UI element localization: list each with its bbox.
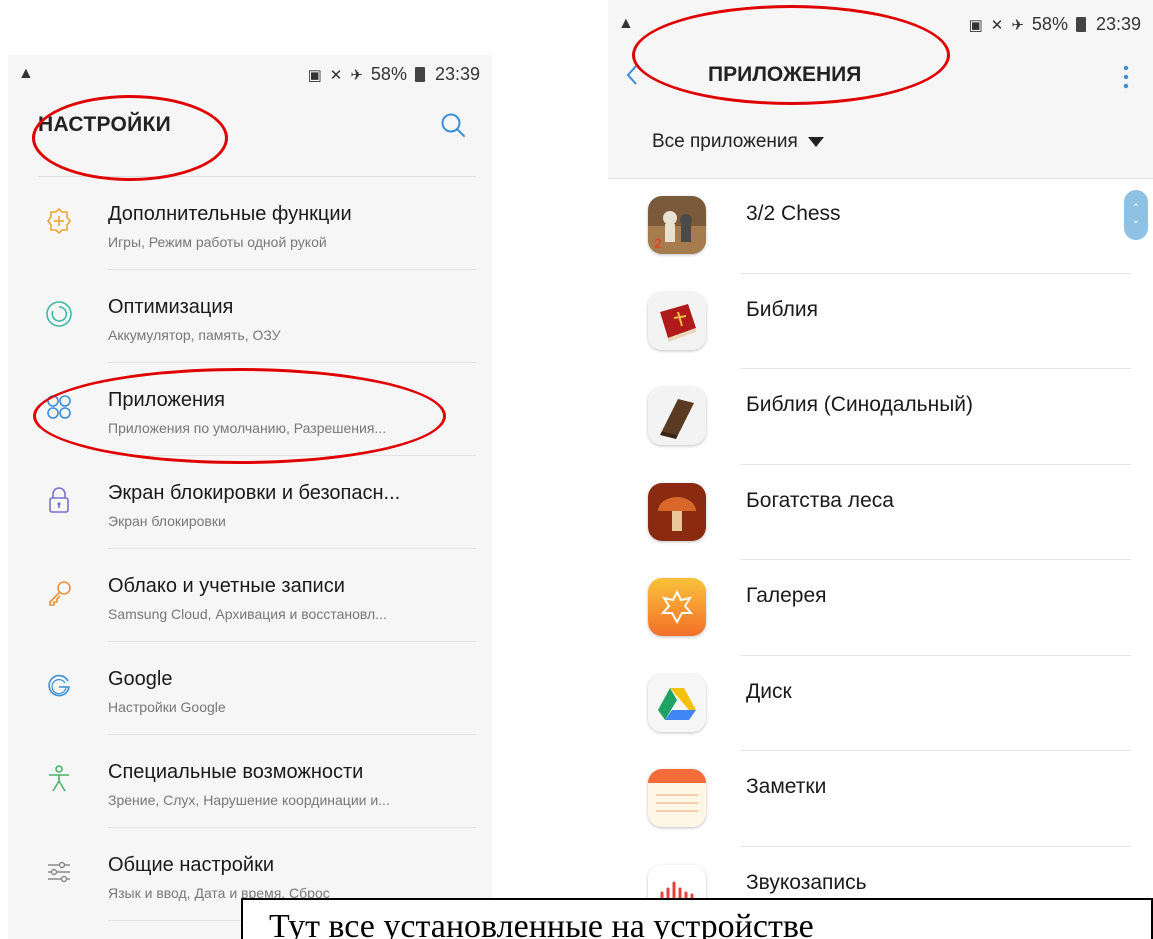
settings-item-title: Оптимизация xyxy=(108,296,234,318)
settings-item-title: Экран блокировки и безопасн... xyxy=(108,482,401,504)
page-title: НАСТРОЙКИ xyxy=(38,113,172,136)
settings-item-apps[interactable]: Приложения Приложения по умолчанию, Разр… xyxy=(8,363,492,456)
apps-icon xyxy=(42,390,76,424)
warning-icon: ▲ xyxy=(18,65,34,82)
notes-icon xyxy=(648,769,706,827)
more-options-icon[interactable] xyxy=(1121,62,1131,92)
battery-icon xyxy=(414,67,425,82)
app-item-forest-riches[interactable]: Богатства леса xyxy=(608,465,1153,560)
status-bar: ▲ ▣ ✕ ✈ 58% 23:39 xyxy=(608,10,1153,40)
settings-item-title: Приложения xyxy=(108,389,226,411)
app-name: Галерея xyxy=(746,584,827,607)
settings-item-subtitle: Настройки Google xyxy=(108,699,226,715)
battery-percent: 58% xyxy=(370,64,407,84)
caret-down-icon xyxy=(807,137,824,147)
page-title: ПРИЛОЖЕНИЯ xyxy=(708,63,862,86)
cast-icon: ▣ xyxy=(307,66,322,84)
settings-item-title: Специальные возможности xyxy=(108,761,364,783)
search-icon[interactable] xyxy=(438,110,468,140)
settings-item-subtitle: Экран блокировки xyxy=(108,513,226,529)
settings-item-advanced[interactable]: Дополнительные функции Игры, Режим работ… xyxy=(8,177,492,270)
app-filter-dropdown[interactable]: Все приложения xyxy=(652,131,824,153)
bible-red-icon xyxy=(648,291,706,350)
app-item-notes[interactable]: Заметки xyxy=(608,751,1153,847)
app-name: Богатства леса xyxy=(746,488,894,512)
chess-icon: 2 xyxy=(648,196,706,254)
callout-box: Тут все установленные на устройстве xyxy=(241,898,1153,939)
drive-icon xyxy=(648,673,706,732)
app-name: Библия xyxy=(746,297,818,321)
app-item-bible[interactable]: Библия xyxy=(608,274,1153,369)
svg-text:2: 2 xyxy=(654,235,662,251)
settings-item-subtitle: Приложения по умолчанию, Разрешения... xyxy=(108,420,387,436)
app-list: 2 3/2 Chess Библия Библия (Синодальный) … xyxy=(608,178,1153,939)
settings-list: Дополнительные функции Игры, Режим работ… xyxy=(8,177,492,921)
chevron-down-icon: ⌄ xyxy=(1131,215,1141,226)
mute-icon: ✕ xyxy=(990,16,1004,34)
settings-item-google[interactable]: Google Настройки Google xyxy=(8,642,492,735)
gallery-icon xyxy=(648,578,706,636)
airplane-icon: ✈ xyxy=(350,66,363,84)
mute-icon: ✕ xyxy=(329,66,343,84)
back-icon[interactable] xyxy=(620,60,642,90)
optimization-icon xyxy=(42,297,76,331)
settings-item-cloud-accounts[interactable]: Облако и учетные записи Samsung Cloud, А… xyxy=(8,549,492,642)
accessibility-icon xyxy=(42,762,76,796)
app-name: 3/2 Chess xyxy=(746,202,841,225)
settings-item-subtitle: Аккумулятор, память, ОЗУ xyxy=(108,327,281,343)
app-item-gallery[interactable]: Галерея xyxy=(608,560,1153,656)
airplane-icon: ✈ xyxy=(1011,16,1024,34)
app-item-bible-synodal[interactable]: Библия (Синодальный) xyxy=(608,369,1153,465)
settings-item-title: Облако и учетные записи xyxy=(108,575,345,597)
settings-item-subtitle: Игры, Режим работы одной рукой xyxy=(108,234,327,250)
status-bar: ▲ ▣ ✕ ✈ 58% 23:39 xyxy=(8,60,492,90)
battery-percent: 58% xyxy=(1031,14,1068,34)
bible-brown-icon xyxy=(648,387,706,445)
lock-icon xyxy=(42,483,76,517)
filter-label: Все приложения xyxy=(652,131,798,152)
fast-scroll-handle[interactable]: ⌃ ⌄ xyxy=(1124,190,1148,240)
sliders-icon xyxy=(42,855,76,889)
settings-item-optimization[interactable]: Оптимизация Аккумулятор, память, ОЗУ xyxy=(8,270,492,363)
settings-item-title: Общие настройки xyxy=(108,854,274,876)
status-time: 23:39 xyxy=(1095,14,1141,34)
chevron-up-icon: ⌃ xyxy=(1131,203,1141,214)
app-name: Диск xyxy=(746,679,792,703)
app-name: Библия (Синодальный) xyxy=(746,393,974,416)
warning-icon: ▲ xyxy=(618,15,634,32)
app-item-chess[interactable]: 2 3/2 Chess xyxy=(608,178,1153,274)
app-name: Звукозапись xyxy=(746,870,867,894)
callout-text: Тут все установленные на устройстве xyxy=(269,908,814,939)
plus-gear-icon xyxy=(42,204,76,238)
mushroom-icon xyxy=(648,482,706,541)
settings-item-accessibility[interactable]: Специальные возможности Зрение, Слух, На… xyxy=(8,735,492,828)
battery-icon xyxy=(1075,17,1086,32)
app-item-drive[interactable]: Диск xyxy=(608,656,1153,751)
settings-item-subtitle: Зрение, Слух, Нарушение координации и... xyxy=(108,792,390,808)
google-icon xyxy=(42,669,76,703)
settings-item-title: Google xyxy=(108,668,173,690)
settings-item-lock-screen[interactable]: Экран блокировки и безопасн... Экран бло… xyxy=(8,456,492,549)
settings-screen: ▲ ▣ ✕ ✈ 58% 23:39 НАСТРОЙКИ Дополнительн… xyxy=(8,55,492,939)
settings-item-subtitle: Samsung Cloud, Архивация и восстановл... xyxy=(108,606,387,622)
cast-icon: ▣ xyxy=(968,16,983,34)
status-time: 23:39 xyxy=(434,64,480,84)
settings-item-title: Дополнительные функции xyxy=(108,203,352,225)
app-name: Заметки xyxy=(746,775,827,798)
apps-screen: ▲ ▣ ✕ ✈ 58% 23:39 ПРИЛОЖЕНИЯ Все приложе… xyxy=(608,0,1153,939)
key-icon xyxy=(42,576,76,610)
